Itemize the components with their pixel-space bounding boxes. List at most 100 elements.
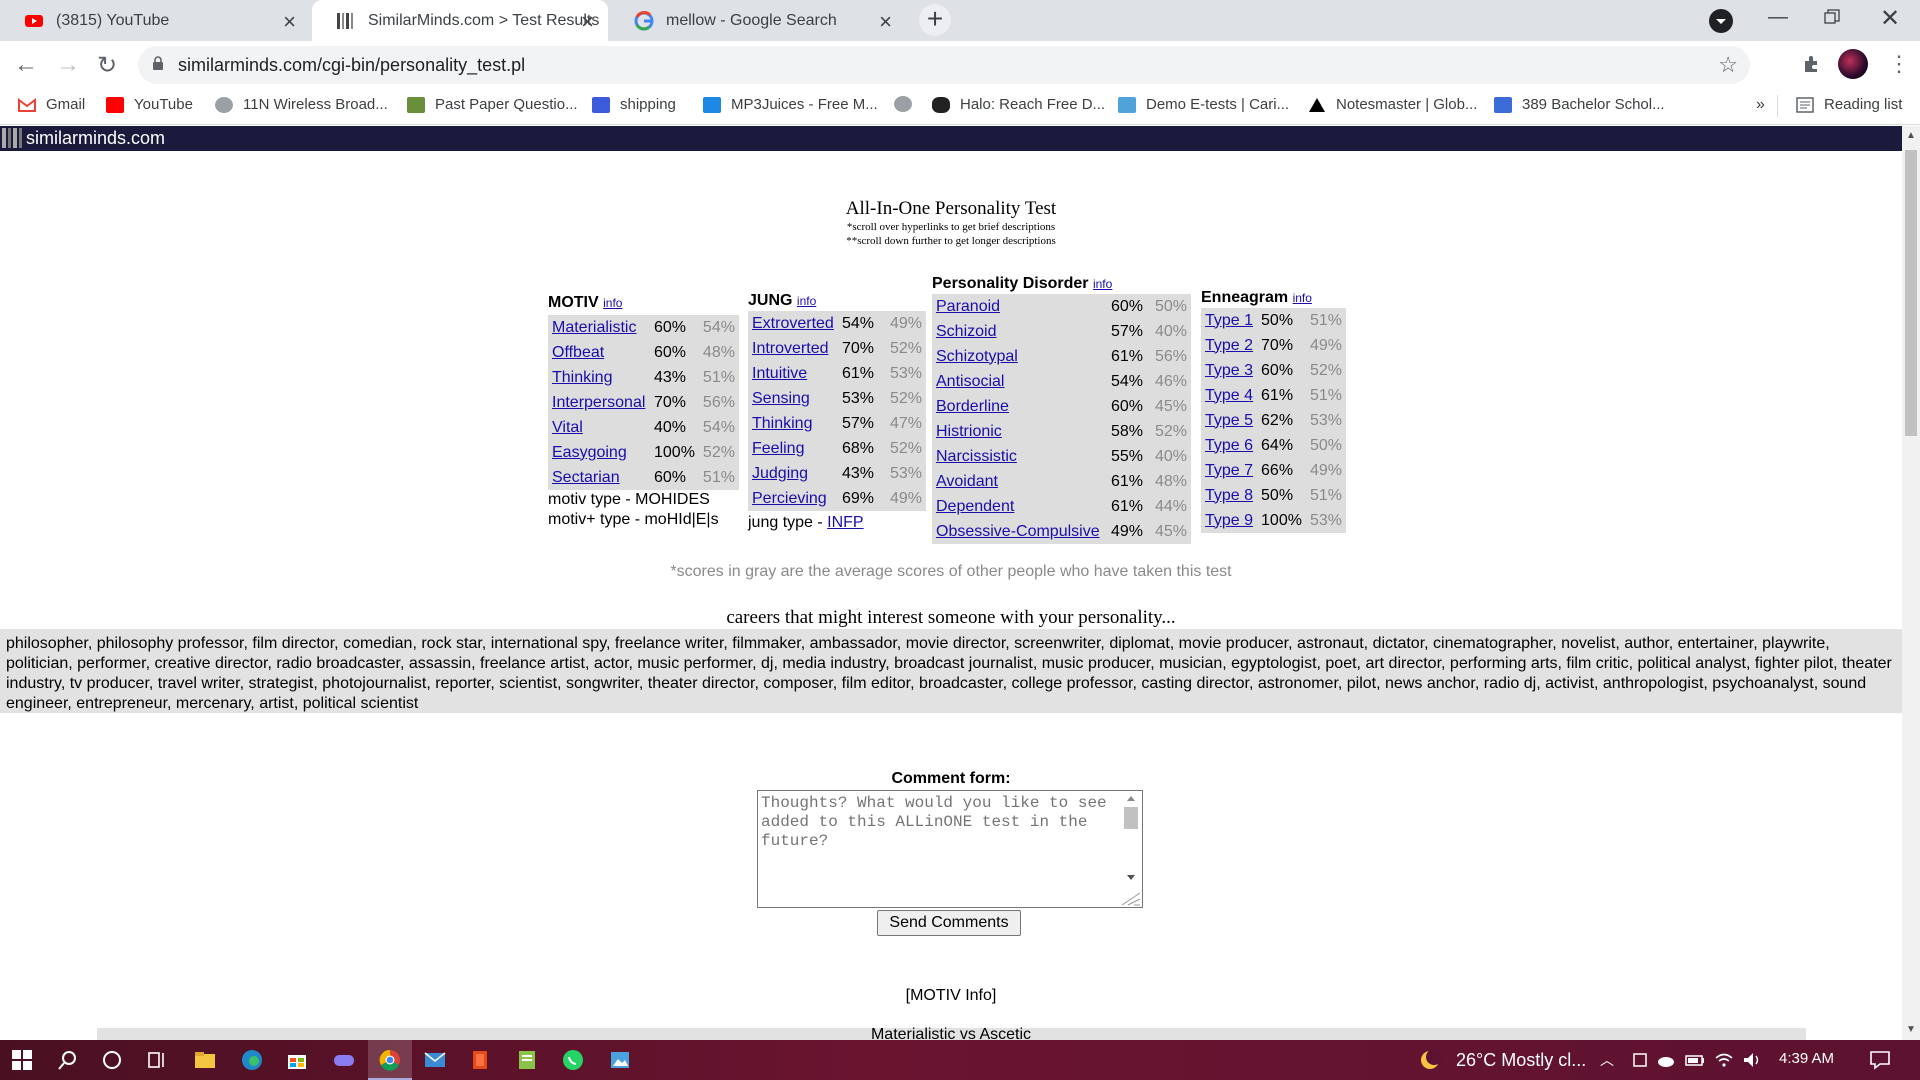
- extensions-icon[interactable]: [1801, 53, 1823, 80]
- page-scroll-thumb[interactable]: [1905, 150, 1917, 436]
- motiv-trait-link[interactable]: Interpersonal: [548, 390, 650, 415]
- comment-scrollbar[interactable]: [1120, 791, 1142, 907]
- enneagram-trait-link[interactable]: Type 5: [1201, 408, 1257, 433]
- scroll-down-icon[interactable]: ▼: [1906, 1024, 1916, 1035]
- file-explorer-icon[interactable]: [193, 1048, 217, 1072]
- disorder-trait-link[interactable]: Histrionic: [932, 419, 1107, 444]
- document-app-icon[interactable]: [515, 1048, 539, 1072]
- disorder-trait-link[interactable]: Avoidant: [932, 469, 1107, 494]
- jung-type-link[interactable]: INFP: [827, 514, 863, 531]
- disorder-trait-link[interactable]: Schizotypal: [932, 344, 1107, 369]
- tab-search-button[interactable]: [1709, 9, 1733, 33]
- new-tab-button[interactable]: +: [919, 4, 951, 36]
- bookmark-halo[interactable]: Halo: Reach Free D...: [932, 96, 1105, 113]
- bookmark-star-icon[interactable]: ☆: [1718, 52, 1738, 78]
- bookmark-mp3juices[interactable]: MP3Juices - Free M...: [703, 96, 878, 113]
- tab-youtube[interactable]: (3815) YouTube ×: [0, 0, 310, 41]
- whatsapp-icon[interactable]: [561, 1048, 585, 1072]
- jung-trait-link[interactable]: Feeling: [748, 436, 838, 461]
- bookmark-youtube[interactable]: YouTube: [106, 96, 193, 113]
- chevron-up-icon[interactable]: ︿: [1600, 1050, 1614, 1070]
- motiv-trait-link[interactable]: Materialistic: [548, 315, 650, 340]
- weather-text[interactable]: 26°C Mostly cl...: [1456, 1050, 1586, 1071]
- enneagram-trait-link[interactable]: Type 1: [1201, 308, 1257, 333]
- enneagram-info-link[interactable]: info: [1293, 291, 1312, 305]
- jung-trait-link[interactable]: Judging: [748, 461, 838, 486]
- disorder-info-link[interactable]: info: [1093, 277, 1112, 291]
- page-scrollbar[interactable]: ▲ ▼: [1902, 126, 1920, 1040]
- bookmark-gmail[interactable]: Gmail: [18, 96, 85, 113]
- motiv-trait-link[interactable]: Sectarian: [548, 465, 650, 490]
- site-name[interactable]: similarminds.com: [26, 128, 165, 149]
- office-icon[interactable]: [468, 1048, 492, 1072]
- bookmark-notesmaster[interactable]: Notesmaster | Glob...: [1308, 96, 1477, 113]
- motiv-trait-link[interactable]: Offbeat: [548, 340, 650, 365]
- reload-button[interactable]: ↻: [97, 51, 117, 80]
- game-controller-icon[interactable]: [332, 1048, 356, 1072]
- enneagram-trait-link[interactable]: Type 3: [1201, 358, 1257, 383]
- comment-scroll-thumb[interactable]: [1124, 807, 1138, 829]
- jung-trait-link[interactable]: Thinking: [748, 411, 838, 436]
- close-icon[interactable]: ×: [879, 9, 892, 35]
- url-text[interactable]: similarminds.com/cgi-bin/personality_tes…: [178, 55, 525, 76]
- disorder-trait-link[interactable]: Paranoid: [932, 294, 1107, 319]
- send-comments-button[interactable]: Send Comments: [877, 910, 1021, 936]
- tab-google-search[interactable]: mellow - Google Search ×: [610, 0, 906, 41]
- close-icon[interactable]: ×: [581, 9, 594, 35]
- profile-avatar[interactable]: [1838, 49, 1868, 79]
- bookmark-shipping[interactable]: shipping: [592, 96, 676, 113]
- disorder-trait-link[interactable]: Narcissistic: [932, 444, 1107, 469]
- menu-icon[interactable]: ⋮: [1888, 51, 1910, 77]
- bookmark-389-bachelor[interactable]: 389 Bachelor Schol...: [1494, 96, 1665, 113]
- jung-trait-link[interactable]: Intuitive: [748, 361, 838, 386]
- address-bar[interactable]: similarminds.com/cgi-bin/personality_tes…: [138, 46, 1750, 84]
- comment-textarea[interactable]: [757, 790, 1143, 908]
- enneagram-trait-link[interactable]: Type 6: [1201, 433, 1257, 458]
- store-icon[interactable]: [285, 1048, 309, 1072]
- bookmark-globe[interactable]: [894, 96, 922, 112]
- close-window-button[interactable]: ✕: [1880, 4, 1900, 33]
- jung-info-link[interactable]: info: [797, 294, 816, 308]
- minimize-button[interactable]: —: [1768, 6, 1788, 29]
- clock-time[interactable]: 4:39 AM: [1779, 1050, 1834, 1067]
- device-icon[interactable]: [1631, 1048, 1649, 1072]
- tab-similarminds[interactable]: SimilarMinds.com > Test Results ×: [312, 0, 608, 41]
- jung-trait-link[interactable]: Percieving: [748, 486, 838, 511]
- back-button[interactable]: ←: [14, 51, 38, 79]
- disorder-trait-link[interactable]: Antisocial: [932, 369, 1107, 394]
- enneagram-trait-link[interactable]: Type 7: [1201, 458, 1257, 483]
- windows-start-icon[interactable]: [10, 1048, 34, 1072]
- scroll-up-icon[interactable]: ▲: [1906, 130, 1916, 141]
- jung-trait-link[interactable]: Introverted: [748, 336, 838, 361]
- motiv-trait-link[interactable]: Easygoing: [548, 440, 650, 465]
- bookmark-past-paper[interactable]: Past Paper Questio...: [407, 96, 578, 113]
- enneagram-trait-link[interactable]: Type 2: [1201, 333, 1257, 358]
- disorder-trait-link[interactable]: Obsessive-Compulsive: [932, 519, 1107, 544]
- bookmark-wireless[interactable]: 11N Wireless Broad...: [215, 96, 388, 113]
- disorder-trait-link[interactable]: Dependent: [932, 494, 1107, 519]
- wifi-icon[interactable]: [1714, 1048, 1734, 1072]
- edge-icon[interactable]: [240, 1048, 264, 1072]
- jung-trait-link[interactable]: Extroverted: [748, 311, 838, 336]
- reading-list-button[interactable]: Reading list: [1796, 96, 1902, 113]
- cloud-icon[interactable]: [1656, 1048, 1676, 1072]
- more-bookmarks-button[interactable]: »: [1756, 96, 1765, 114]
- mail-icon[interactable]: [423, 1048, 447, 1072]
- volume-icon[interactable]: [1742, 1048, 1762, 1072]
- disorder-trait-link[interactable]: Borderline: [932, 394, 1107, 419]
- motiv-trait-link[interactable]: Vital: [548, 415, 650, 440]
- battery-icon[interactable]: [1684, 1048, 1706, 1072]
- photos-icon[interactable]: [608, 1048, 632, 1072]
- jung-trait-link[interactable]: Sensing: [748, 386, 838, 411]
- restore-button[interactable]: [1824, 8, 1840, 31]
- task-view-icon[interactable]: [145, 1048, 169, 1072]
- forward-button[interactable]: →: [56, 51, 80, 79]
- notifications-icon[interactable]: [1868, 1048, 1892, 1072]
- search-icon[interactable]: [56, 1048, 80, 1072]
- motiv-trait-link[interactable]: Thinking: [548, 365, 650, 390]
- enneagram-trait-link[interactable]: Type 9: [1201, 508, 1257, 533]
- disorder-trait-link[interactable]: Schizoid: [932, 319, 1107, 344]
- close-icon[interactable]: ×: [283, 9, 296, 35]
- motiv-info-link[interactable]: info: [603, 296, 622, 310]
- taskbar-chrome-active[interactable]: [368, 1040, 412, 1080]
